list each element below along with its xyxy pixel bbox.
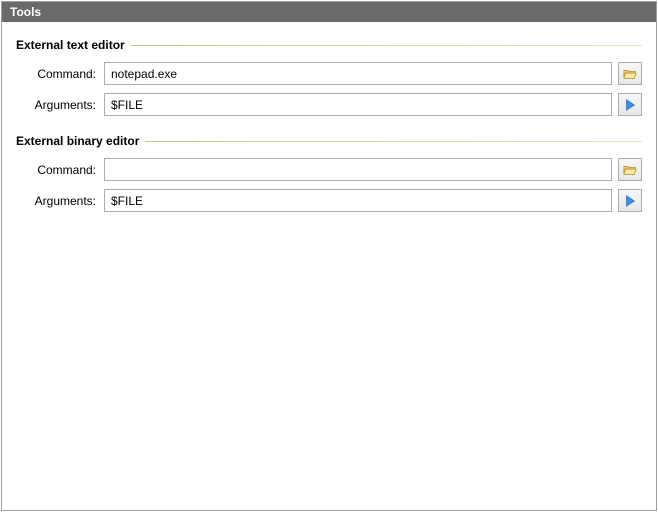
input-binary-command[interactable] bbox=[104, 158, 612, 181]
tools-window: Tools External text editor Command: bbox=[1, 1, 657, 511]
row-text-command: Command: bbox=[16, 62, 642, 85]
variables-text-arguments-button[interactable] bbox=[618, 93, 642, 116]
label-binary-command: Command: bbox=[26, 163, 104, 177]
folder-open-icon bbox=[623, 163, 637, 177]
folder-open-icon bbox=[623, 67, 637, 81]
play-icon bbox=[623, 194, 637, 208]
window-content: External text editor Command: Arguments: bbox=[2, 22, 656, 510]
input-text-arguments[interactable] bbox=[104, 93, 612, 116]
row-binary-arguments: Arguments: bbox=[16, 189, 642, 212]
variables-binary-arguments-button[interactable] bbox=[618, 189, 642, 212]
window-title: Tools bbox=[10, 5, 41, 19]
group-title-binary-editor: External binary editor bbox=[16, 134, 145, 148]
group-title-text-editor: External text editor bbox=[16, 38, 131, 52]
browse-text-command-button[interactable] bbox=[618, 62, 642, 85]
group-separator bbox=[145, 141, 642, 142]
group-separator bbox=[131, 45, 642, 46]
label-text-command: Command: bbox=[26, 67, 104, 81]
label-binary-arguments: Arguments: bbox=[26, 194, 104, 208]
label-text-arguments: Arguments: bbox=[26, 98, 104, 112]
input-text-command[interactable] bbox=[104, 62, 612, 85]
group-header: External text editor bbox=[16, 38, 642, 52]
row-text-arguments: Arguments: bbox=[16, 93, 642, 116]
row-binary-command: Command: bbox=[16, 158, 642, 181]
group-header: External binary editor bbox=[16, 134, 642, 148]
window-titlebar: Tools bbox=[2, 2, 656, 22]
input-binary-arguments[interactable] bbox=[104, 189, 612, 212]
group-external-text-editor: External text editor Command: Arguments: bbox=[16, 38, 642, 116]
group-external-binary-editor: External binary editor Command: Argument bbox=[16, 134, 642, 212]
play-icon bbox=[623, 98, 637, 112]
browse-binary-command-button[interactable] bbox=[618, 158, 642, 181]
